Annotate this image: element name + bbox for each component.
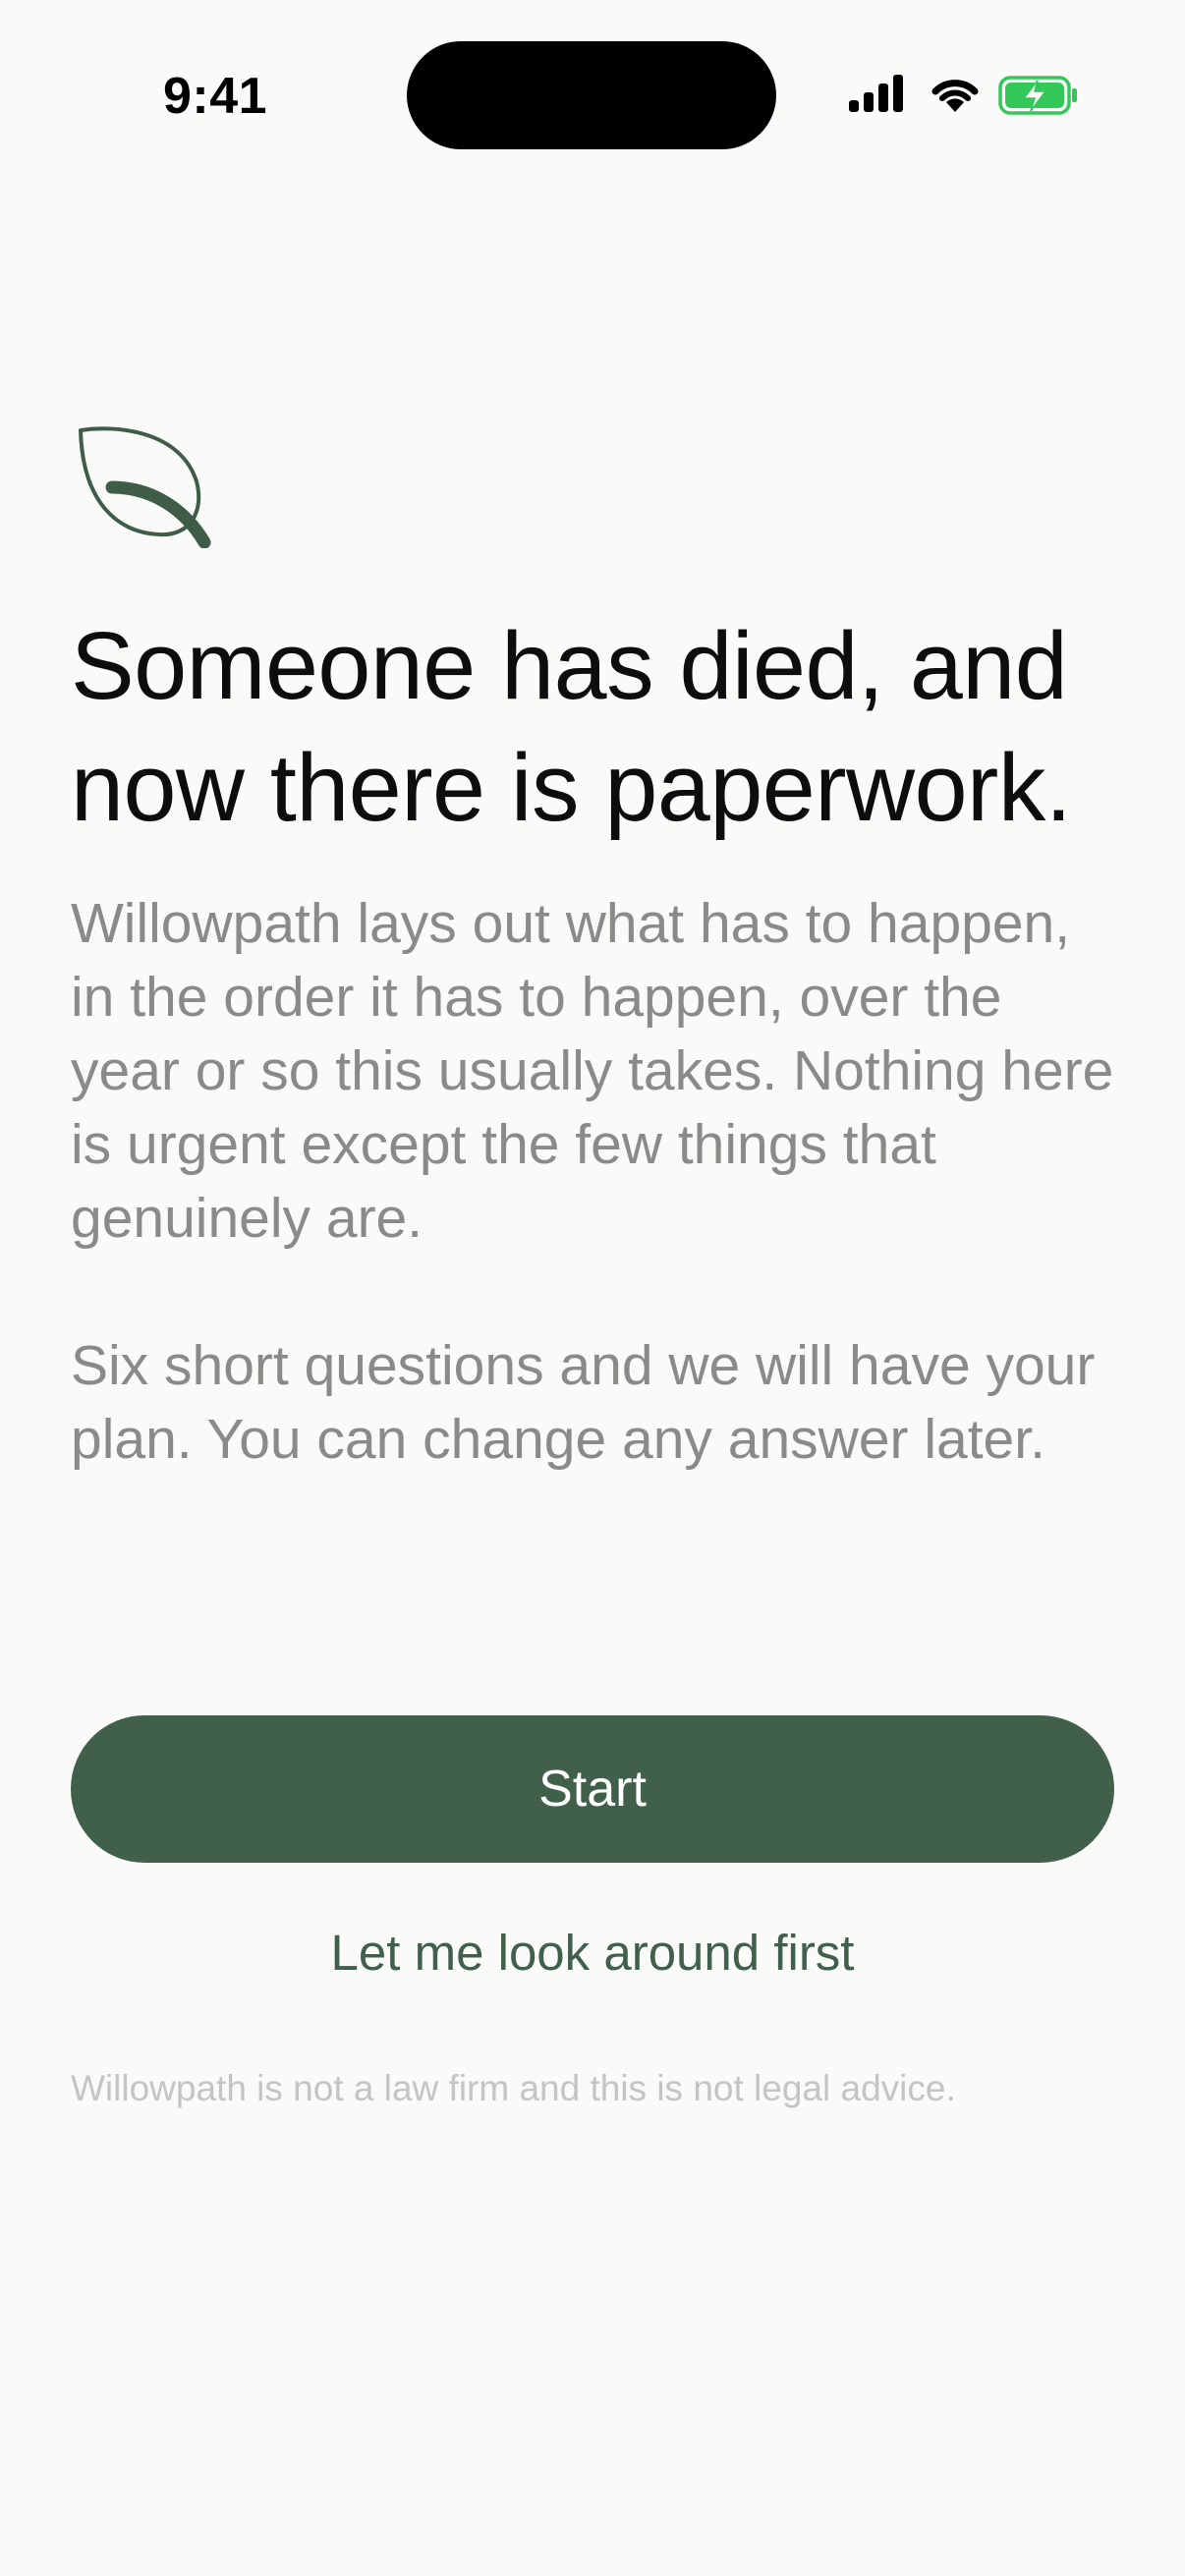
status-bar: 9:41 [0, 0, 1185, 196]
start-button[interactable]: Start [71, 1715, 1114, 1863]
status-time: 9:41 [162, 68, 268, 125]
cellular-signal-icon [849, 75, 903, 112]
page-title: Someone has died, and now there is paper… [71, 612, 1072, 841]
wifi-icon [931, 80, 979, 112]
look-around-link[interactable]: Let me look around first [71, 1916, 1114, 1990]
battery-charging-icon [998, 76, 1077, 115]
legal-disclaimer: Willowpath is not a law firm and this is… [71, 2068, 956, 2108]
dynamic-island [407, 41, 776, 149]
leaf-icon [79, 426, 211, 548]
intro-paragraph: Willowpath lays out what has to happen, … [71, 892, 1114, 1250]
questions-paragraph: Six short questions and we will have you… [71, 1334, 1096, 1471]
status-icons [847, 75, 1083, 120]
